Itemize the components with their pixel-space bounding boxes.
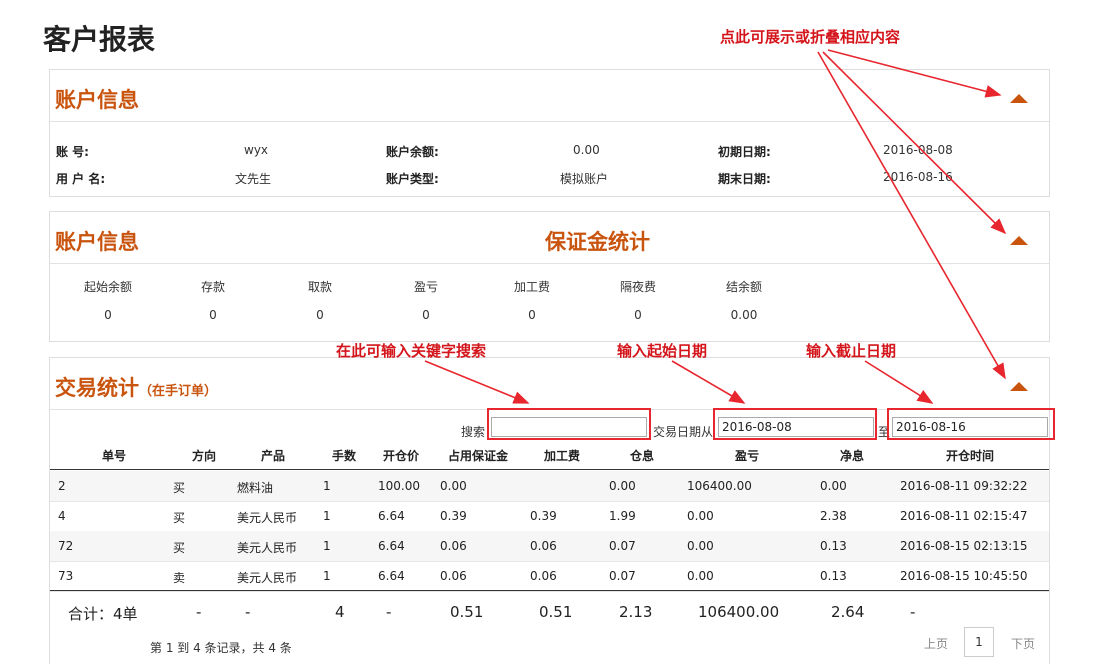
annotation-start-hint: 输入起始日期 bbox=[617, 342, 708, 360]
annotation-end-hint: 输入截止日期 bbox=[806, 342, 897, 360]
annotation-toggle-hint: 点此可展示或折叠相应内容 bbox=[720, 28, 901, 46]
annotation-search-hint: 在此可输入关键字搜索 bbox=[336, 342, 487, 360]
annotation-arrows bbox=[424, 49, 1007, 404]
